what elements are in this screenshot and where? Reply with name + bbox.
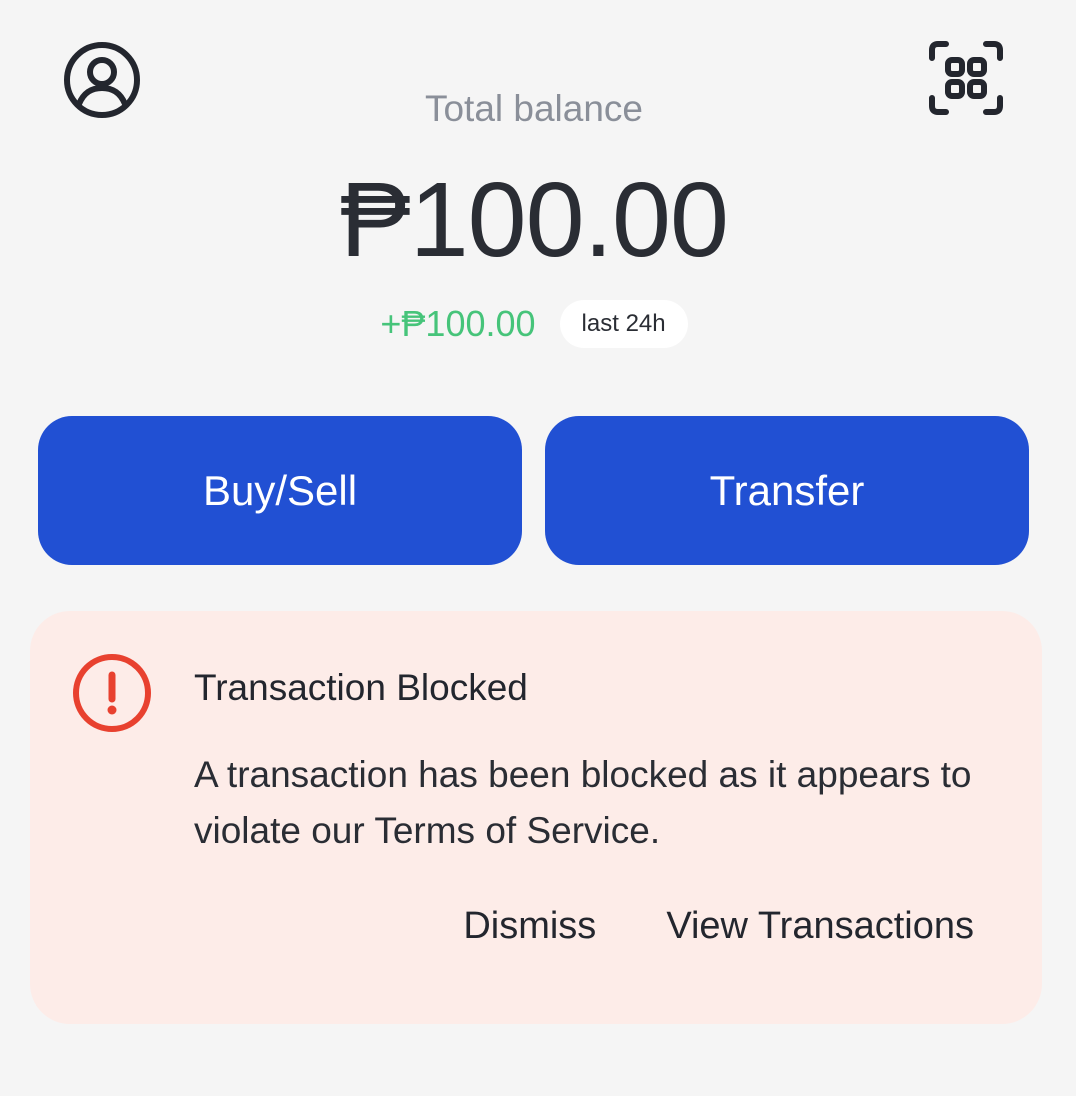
transfer-button[interactable]: Transfer — [545, 416, 1029, 565]
alert-title: Transaction Blocked — [194, 667, 528, 708]
alert-actions: Dismiss View Transactions — [463, 905, 974, 948]
period-badge: last 24h — [559, 300, 688, 348]
view-transactions-button[interactable]: View Transactions — [666, 905, 974, 948]
alert-message: A transaction has been blocked as it app… — [194, 754, 972, 851]
balance-change-row: +₱100.00 last 24h — [0, 300, 1068, 348]
total-balance-label: Total balance — [424, 88, 644, 129]
total-balance-amount: ₱100.00 — [340, 161, 729, 279]
buy-sell-button[interactable]: Buy/Sell — [38, 416, 522, 565]
balance-change-amount: +₱100.00 — [380, 303, 536, 344]
transaction-blocked-alert: Transaction Blocked A transaction has be… — [30, 611, 1042, 1024]
warning-circle-icon — [73, 654, 151, 732]
dismiss-button[interactable]: Dismiss — [463, 905, 596, 948]
